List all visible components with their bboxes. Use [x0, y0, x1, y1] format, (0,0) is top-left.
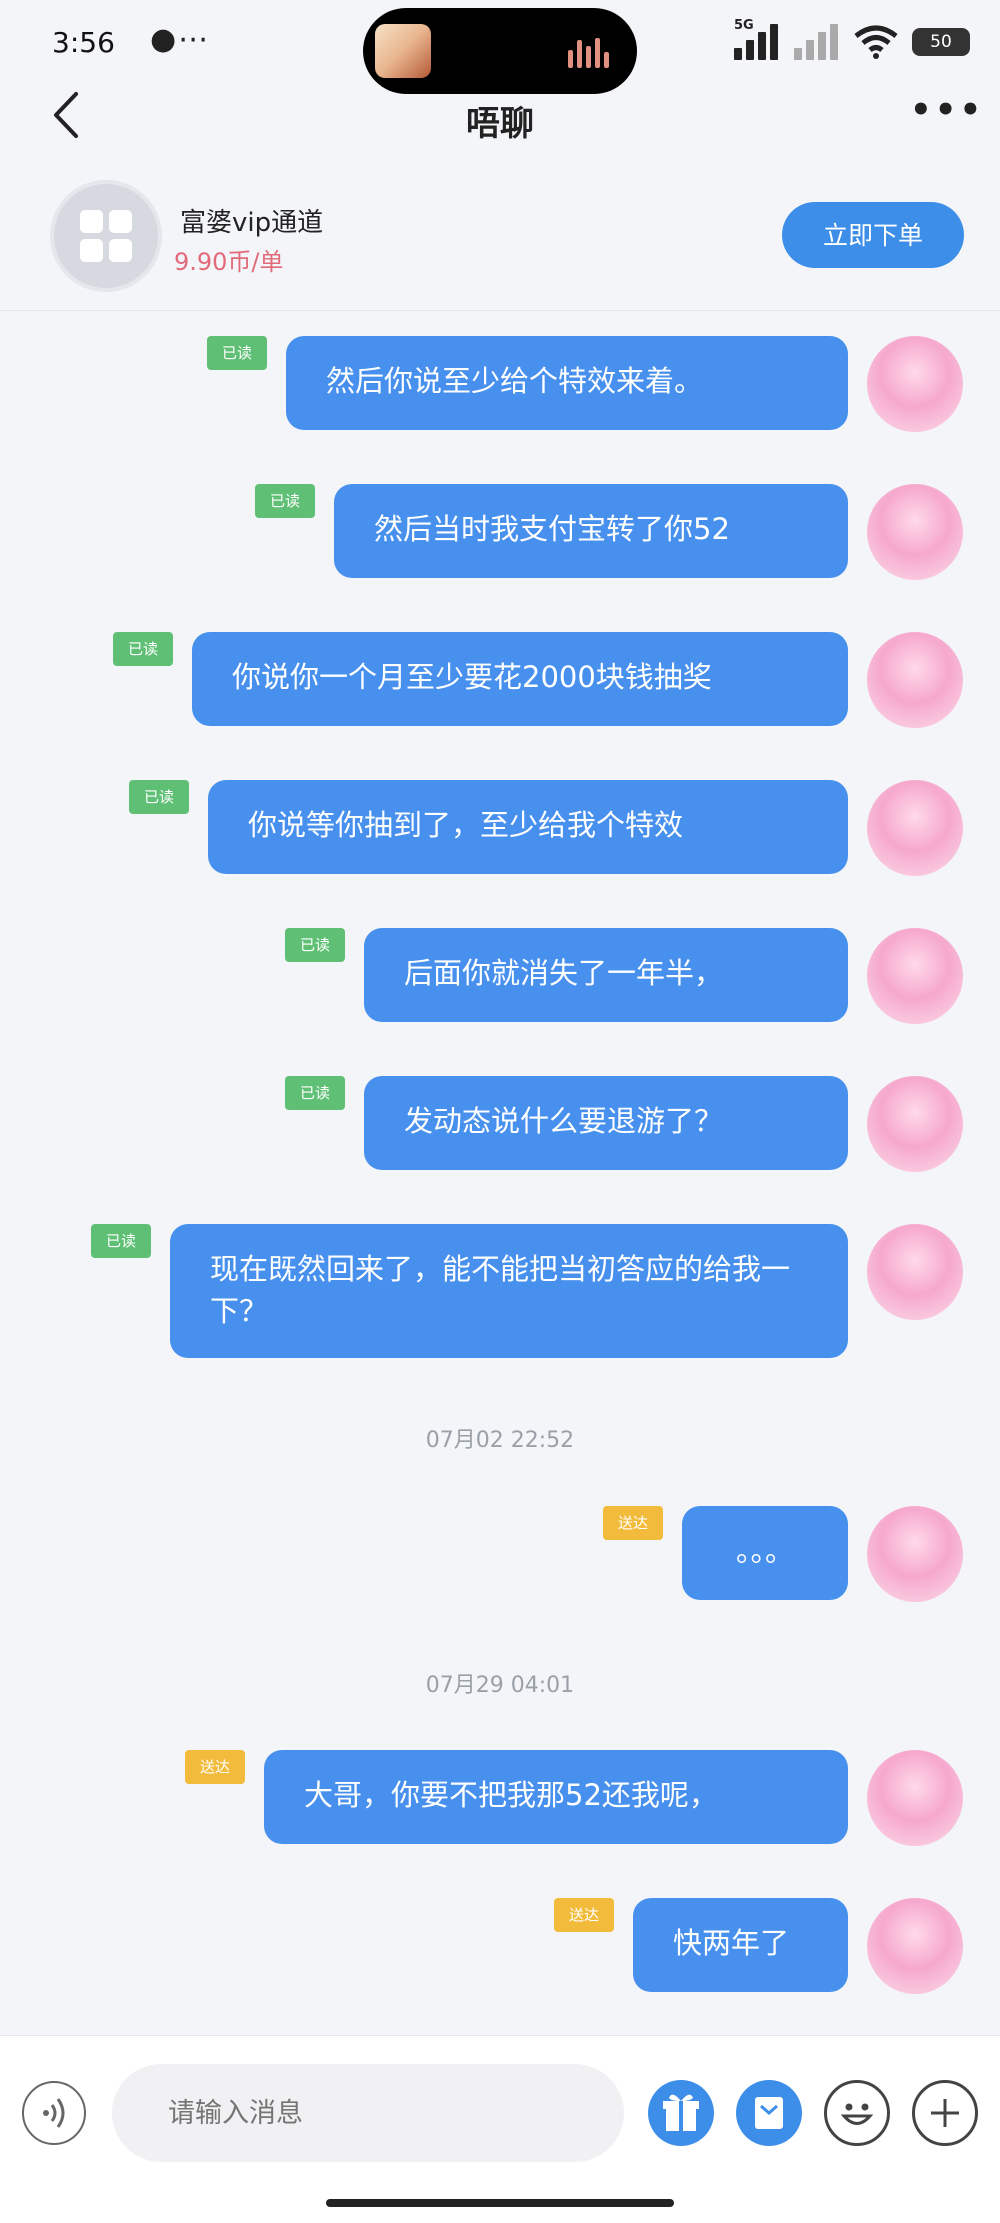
service-avatar	[50, 180, 162, 292]
status-right: 5G 50	[734, 18, 970, 60]
audio-wave-icon	[568, 38, 618, 68]
service-price: 9.90币/单	[174, 248, 284, 276]
order-now-button[interactable]: 立即下单	[782, 202, 964, 268]
timestamp: 07月02 22:52	[425, 1428, 575, 1453]
message-bubble[interactable]: 然后你说至少给个特效来着。	[286, 336, 848, 430]
message-row: 送达 。。。	[0, 1498, 1000, 1608]
message-bubble[interactable]: 大哥，你要不把我那52还我呢，	[264, 1750, 848, 1844]
dynamic-island[interactable]	[363, 8, 637, 94]
message-text: 然后你说至少给个特效来着。	[326, 364, 704, 398]
message-bubble[interactable]: 你说你一个月至少要花2000块钱抽奖	[192, 632, 848, 726]
service-name: 富婆vip通道	[180, 208, 324, 238]
message-row: 已读 后面你就消失了一年半，	[0, 920, 1000, 1030]
message-text: 快两年了	[673, 1926, 790, 1960]
now-playing-thumbnail	[375, 24, 431, 78]
card-icon[interactable]	[736, 2080, 802, 2146]
message-text: 你说等你抽到了，至少给我个特效	[248, 808, 684, 842]
message-row: 已读 然后当时我支付宝转了你52	[0, 476, 1000, 586]
more-dots-icon[interactable]: •••	[910, 90, 981, 130]
signal-5g-icon: 5G	[734, 18, 780, 60]
page-title: 唔聊	[466, 104, 534, 144]
message-bubble[interactable]: 现在既然回来了，能不能把当初答应的给我一下？	[170, 1224, 848, 1358]
user-avatar[interactable]	[867, 1506, 963, 1602]
message-row: 已读 你说你一个月至少要花2000块钱抽奖	[0, 624, 1000, 734]
user-avatar[interactable]	[867, 632, 963, 728]
delivered-status-badge: 送达	[554, 1898, 614, 1932]
read-status-badge: 已读	[285, 928, 345, 962]
message-row: 送达 快两年了	[0, 1890, 1000, 2000]
read-status-badge: 已读	[207, 336, 267, 370]
user-avatar[interactable]	[867, 1224, 963, 1320]
service-card: 富婆vip通道 9.90币/单 立即下单	[0, 180, 1000, 311]
message-row: 已读 发动态说什么要退游了？	[0, 1068, 1000, 1178]
message-row: 送达 大哥，你要不把我那52还我呢，	[0, 1742, 1000, 1852]
message-text: 现在既然回来了，能不能把当初答应的给我一下？	[210, 1252, 791, 1328]
user-avatar[interactable]	[867, 336, 963, 432]
nav-bar: 唔聊 •••	[0, 90, 1000, 180]
wifi-icon	[854, 25, 898, 59]
read-status-badge: 已读	[255, 484, 315, 518]
message-input[interactable]	[112, 2064, 624, 2162]
read-status-badge: 已读	[91, 1224, 151, 1258]
status-bar: 3:56 ●⋯ 5G 50	[0, 0, 1000, 94]
message-text: 后面你就消失了一年半，	[404, 956, 724, 990]
message-row: 已读 你说等你抽到了，至少给我个特效	[0, 772, 1000, 882]
user-avatar[interactable]	[867, 484, 963, 580]
message-text: 。。。	[735, 1534, 794, 1568]
message-bubble[interactable]: 然后当时我支付宝转了你52	[334, 484, 848, 578]
battery-indicator: 50	[912, 28, 970, 56]
message-bubble[interactable]: 后面你就消失了一年半，	[364, 928, 848, 1022]
plus-icon[interactable]	[912, 2080, 978, 2146]
input-bar	[0, 2035, 1000, 2223]
emoji-icon[interactable]	[824, 2080, 890, 2146]
message-row: 已读 然后你说至少给个特效来着。	[0, 328, 1000, 438]
status-time: 3:56	[52, 26, 115, 59]
delivered-status-badge: 送达	[603, 1506, 663, 1540]
voice-icon[interactable]	[22, 2081, 86, 2145]
apps-grid-icon	[80, 210, 132, 262]
signal-no-service-icon	[794, 24, 840, 60]
message-text: 大哥，你要不把我那52还我呢，	[304, 1778, 718, 1812]
message-bubble[interactable]: 你说等你抽到了，至少给我个特效	[208, 780, 848, 874]
timestamp: 07月29 04:01	[425, 1673, 575, 1698]
message-bubble[interactable]: 快两年了	[633, 1898, 848, 1992]
read-status-badge: 已读	[129, 780, 189, 814]
user-avatar[interactable]	[867, 1076, 963, 1172]
user-avatar[interactable]	[867, 928, 963, 1024]
message-row: 已读 现在既然回来了，能不能把当初答应的给我一下？	[0, 1216, 1000, 1366]
home-indicator[interactable]	[326, 2199, 674, 2207]
status-indicator-dots: ●⋯	[150, 22, 211, 57]
delivered-status-badge: 送达	[185, 1750, 245, 1784]
message-text: 发动态说什么要退游了？	[404, 1104, 724, 1138]
user-avatar[interactable]	[867, 780, 963, 876]
message-text: 然后当时我支付宝转了你52	[374, 512, 730, 546]
user-avatar[interactable]	[867, 1750, 963, 1846]
read-status-badge: 已读	[113, 632, 173, 666]
message-bubble[interactable]: 。。。	[682, 1506, 848, 1600]
message-bubble[interactable]: 发动态说什么要退游了？	[364, 1076, 848, 1170]
message-text: 你说你一个月至少要花2000块钱抽奖	[232, 660, 712, 694]
gift-icon[interactable]	[648, 2080, 714, 2146]
read-status-badge: 已读	[285, 1076, 345, 1110]
user-avatar[interactable]	[867, 1898, 963, 1994]
